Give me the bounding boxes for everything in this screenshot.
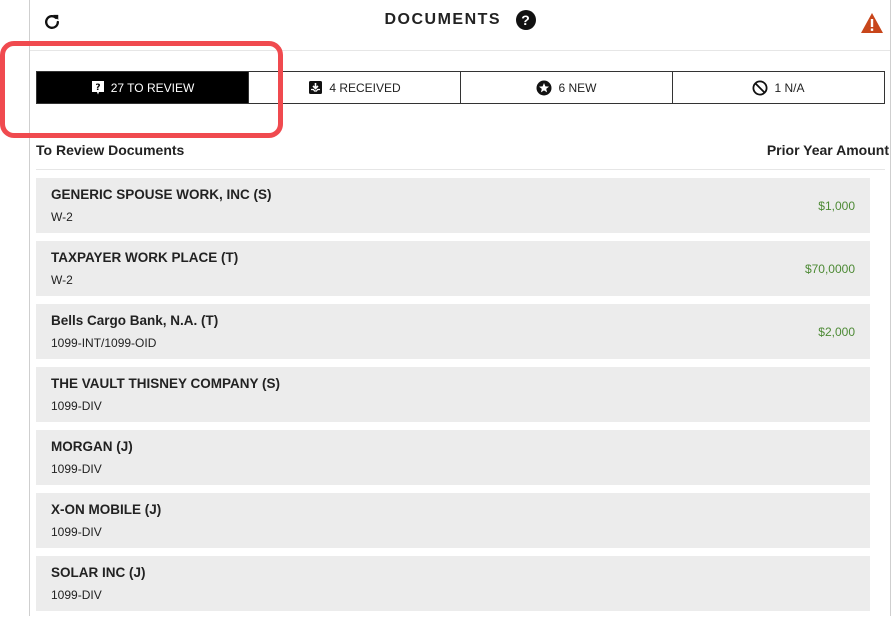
svg-text:?: ?: [95, 83, 100, 93]
document-list: GENERIC SPOUSE WORK, INC (S) W-2 $1,000 …: [36, 178, 870, 619]
list-item[interactable]: Bells Cargo Bank, N.A. (T) 1099-INT/1099…: [36, 304, 870, 359]
prior-year-amount: $70,0000: [804, 262, 855, 276]
document-type: 1099-DIV: [51, 525, 102, 539]
list-title: To Review Documents: [36, 142, 185, 158]
list-header: To Review Documents Prior Year Amount: [36, 141, 889, 170]
document-type: W-2: [51, 210, 73, 224]
header: DOCUMENTS ?: [30, 0, 890, 51]
prior-year-amount: $1,000: [818, 199, 855, 213]
document-issuer: GENERIC SPOUSE WORK, INC (S): [51, 187, 272, 202]
inbox-download-icon: [308, 80, 323, 95]
list-item[interactable]: THE VAULT THISNEY COMPANY (S) 1099-DIV: [36, 367, 870, 422]
list-item[interactable]: SOLAR INC (J) 1099-DIV: [36, 556, 870, 611]
document-type: W-2: [51, 273, 73, 287]
document-type: 1099-INT/1099-OID: [51, 336, 157, 350]
list-item[interactable]: X-ON MOBILE (J) 1099-DIV: [36, 493, 870, 548]
document-type: 1099-DIV: [51, 399, 102, 413]
documents-panel: DOCUMENTS ? ? 27 TO REVIEW 4 RECEIVED 6 …: [29, 0, 891, 616]
tab-label: 4 RECEIVED: [329, 80, 401, 95]
list-item[interactable]: TAXPAYER WORK PLACE (T) W-2 $70,0000: [36, 241, 870, 296]
tab-to-review[interactable]: ? 27 TO REVIEW: [37, 72, 249, 103]
warning-triangle-icon[interactable]: [860, 12, 884, 34]
document-issuer: TAXPAYER WORK PLACE (T): [51, 250, 239, 265]
prior-year-amount: $2,000: [818, 325, 855, 339]
status-tabs: ? 27 TO REVIEW 4 RECEIVED 6 NEW 1 N/A: [36, 71, 885, 104]
tab-received[interactable]: 4 RECEIVED: [249, 72, 461, 103]
question-circle-icon[interactable]: ?: [515, 10, 536, 30]
document-issuer: SOLAR INC (J): [51, 565, 146, 580]
tab-label: 27 TO REVIEW: [110, 80, 195, 95]
document-type: 1099-DIV: [51, 462, 102, 476]
amount-column-header: Prior Year Amount: [766, 142, 889, 158]
document-issuer: X-ON MOBILE (J): [51, 502, 162, 517]
title-area: DOCUMENTS ?: [30, 10, 890, 40]
document-type: 1099-DIV: [51, 588, 102, 602]
page-title: DOCUMENTS: [384, 11, 502, 28]
tab-new[interactable]: 6 NEW: [461, 72, 673, 103]
list-item[interactable]: MORGAN (J) 1099-DIV: [36, 430, 870, 485]
tab-na[interactable]: 1 N/A: [673, 72, 884, 103]
document-issuer: Bells Cargo Bank, N.A. (T): [51, 313, 219, 328]
star-circle-icon: [536, 80, 552, 96]
list-item[interactable]: GENERIC SPOUSE WORK, INC (S) W-2 $1,000: [36, 178, 870, 233]
question-box-icon: ?: [91, 80, 105, 96]
tab-label: 1 N/A: [774, 80, 805, 95]
tab-label: 6 NEW: [558, 80, 597, 95]
document-issuer: THE VAULT THISNEY COMPANY (S): [51, 376, 281, 391]
ban-icon: [752, 80, 768, 96]
document-issuer: MORGAN (J): [51, 439, 133, 454]
